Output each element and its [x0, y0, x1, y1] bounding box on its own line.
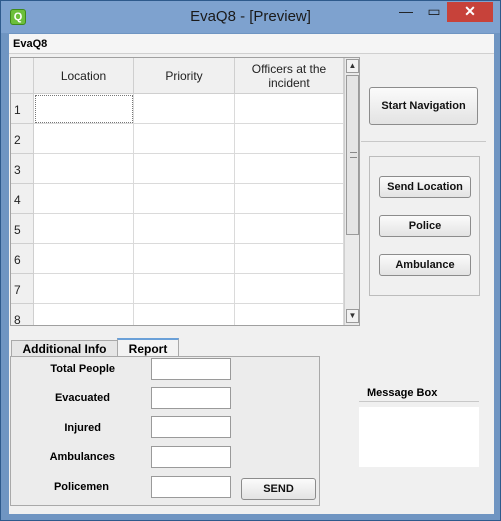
- row-header[interactable]: 7: [11, 274, 34, 304]
- table-cell[interactable]: [134, 304, 235, 325]
- total-people-label: Total People: [50, 363, 115, 375]
- maximize-button[interactable]: ▭: [421, 2, 447, 22]
- divider: [361, 141, 486, 142]
- column-header-location[interactable]: Location: [34, 58, 134, 94]
- table-cell[interactable]: [134, 94, 235, 124]
- table-cell[interactable]: [235, 184, 344, 214]
- table-cell[interactable]: [34, 244, 134, 274]
- column-header-priority[interactable]: Priority: [134, 58, 235, 94]
- table-cell[interactable]: [34, 274, 134, 304]
- minimize-button[interactable]: —: [393, 2, 419, 22]
- table-cell[interactable]: [235, 214, 344, 244]
- send-location-button[interactable]: Send Location: [379, 176, 471, 198]
- start-navigation-button[interactable]: Start Navigation: [369, 87, 478, 125]
- table-cell[interactable]: [34, 304, 134, 325]
- table-cell[interactable]: [134, 184, 235, 214]
- tab-report[interactable]: Report: [117, 338, 179, 357]
- table-cell[interactable]: [134, 244, 235, 274]
- table-cell[interactable]: [235, 274, 344, 304]
- table-cell[interactable]: [235, 124, 344, 154]
- client-area: EvaQ8 Location Priority Officers at the …: [9, 34, 494, 514]
- row-header[interactable]: 5: [11, 214, 34, 244]
- table-cell[interactable]: [134, 154, 235, 184]
- policemen-input[interactable]: [151, 476, 231, 498]
- table-cell[interactable]: [34, 154, 134, 184]
- incident-table[interactable]: Location Priority Officers at the incide…: [10, 57, 360, 326]
- scroll-up-icon[interactable]: ▲: [346, 59, 359, 73]
- row-header[interactable]: 3: [11, 154, 34, 184]
- message-box-title: Message Box: [359, 386, 479, 402]
- table-cell[interactable]: [235, 304, 344, 325]
- row-header[interactable]: 8: [11, 304, 34, 325]
- policemen-label: Policemen: [53, 481, 109, 493]
- table-cell[interactable]: [34, 214, 134, 244]
- table-cell[interactable]: [34, 184, 134, 214]
- table-corner: [11, 58, 34, 94]
- title-bar[interactable]: Q EvaQ8 - [Preview] — ▭ ✕: [1, 1, 500, 33]
- total-people-input[interactable]: [151, 358, 231, 380]
- row-header[interactable]: 2: [11, 124, 34, 154]
- evacuated-input[interactable]: [151, 387, 231, 409]
- scroll-thumb[interactable]: [346, 75, 359, 235]
- tab-additional-info[interactable]: Additional Info: [11, 340, 118, 357]
- police-button[interactable]: Police: [379, 215, 471, 237]
- table-cell[interactable]: [235, 154, 344, 184]
- table-cell[interactable]: [34, 94, 134, 124]
- table-cell[interactable]: [134, 124, 235, 154]
- table-vertical-scrollbar[interactable]: ▲ ▼: [344, 58, 359, 325]
- ambulances-label: Ambulances: [49, 451, 115, 463]
- scroll-down-icon[interactable]: ▼: [346, 309, 359, 323]
- table-cell[interactable]: [134, 274, 235, 304]
- row-header[interactable]: 4: [11, 184, 34, 214]
- send-button[interactable]: SEND: [241, 478, 316, 500]
- row-header[interactable]: 1: [11, 94, 34, 124]
- evacuated-label: Evacuated: [54, 392, 110, 404]
- injured-label: Injured: [64, 422, 101, 434]
- ambulance-button[interactable]: Ambulance: [379, 254, 471, 276]
- row-header[interactable]: 6: [11, 244, 34, 274]
- menu-evaq8[interactable]: EvaQ8: [13, 38, 47, 50]
- table-cell[interactable]: [235, 94, 344, 124]
- ambulances-input[interactable]: [151, 446, 231, 468]
- column-header-officers[interactable]: Officers at the incident: [235, 58, 344, 94]
- message-box-area[interactable]: [359, 407, 479, 467]
- injured-input[interactable]: [151, 416, 231, 438]
- table-cell[interactable]: [34, 124, 134, 154]
- table-cell[interactable]: [235, 244, 344, 274]
- table-cell[interactable]: [134, 214, 235, 244]
- menu-bar: EvaQ8: [9, 34, 494, 54]
- grip-icon: [350, 152, 357, 158]
- close-button[interactable]: ✕: [447, 2, 493, 22]
- app-window: Q EvaQ8 - [Preview] — ▭ ✕ EvaQ8 Location…: [0, 0, 501, 521]
